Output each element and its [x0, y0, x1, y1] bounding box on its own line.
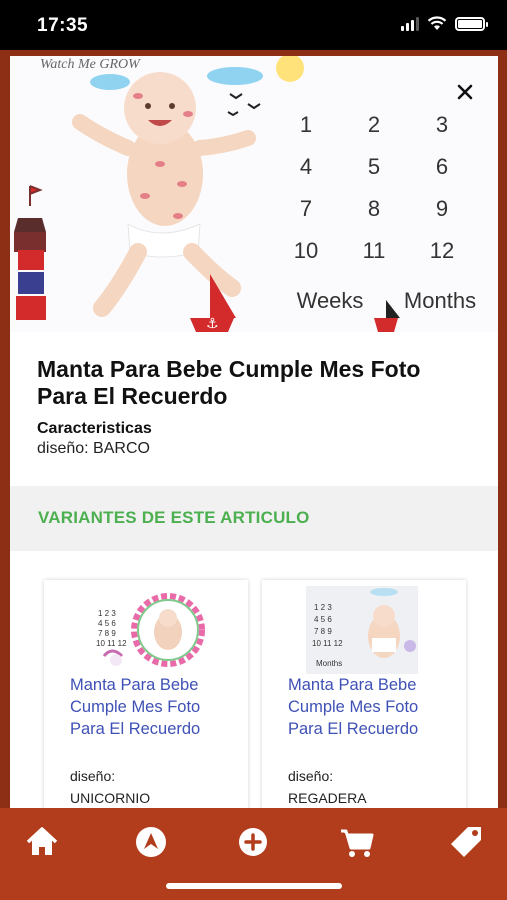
svg-text:10 11 12: 10 11 12 [312, 639, 343, 648]
blanket-number: 3 [436, 112, 448, 137]
svg-text:7 8 9: 7 8 9 [98, 629, 116, 638]
status-bar: 17:35 [0, 0, 507, 50]
variant-attr-value: UNICORNIO [70, 790, 151, 806]
baby-blanket-illustration: ⚓ Watch Me GROW 1 2 34 5 67 8 910 11 12 Weeks Mo… [10, 56, 498, 332]
tag-icon [451, 827, 481, 857]
variant-name[interactable]: Manta Para Bebe Cumple Mes Foto Para El … [288, 674, 448, 740]
svg-text:1 2 3: 1 2 3 [314, 603, 332, 612]
close-button[interactable] [448, 74, 482, 108]
blanket-number: 9 [436, 196, 448, 221]
product-info: Manta Para Bebe Cumple Mes Foto Para El … [10, 332, 498, 458]
nav-offers[interactable] [446, 822, 486, 862]
svg-text:4 5 6: 4 5 6 [314, 615, 332, 624]
variant-image: 1 2 3 4 5 6 7 8 9 10 11 12 Months [306, 586, 418, 674]
svg-text:Months: Months [316, 659, 342, 668]
add-icon [239, 828, 267, 856]
svg-text:10 11 12: 10 11 12 [96, 639, 127, 648]
blanket-number: 11 [363, 238, 386, 263]
brand-text: Watch Me GROW [40, 57, 141, 72]
nav-add[interactable] [233, 822, 273, 862]
variants-title: VARIANTES DE ESTE ARTICULO [38, 508, 310, 527]
product-modal-backdrop: ⚓ Watch Me GROW 1 2 3 4 5 6 7 8 9 10 11 12 Weeks Mo… [0, 50, 507, 808]
product-title: Manta Para Bebe Cumple Mes Foto Para El … [37, 356, 421, 409]
blanket-number: 12 [430, 238, 454, 263]
signal-icon [401, 16, 419, 31]
months-label: Months [404, 288, 476, 313]
variant-attr-label: diseño: [288, 768, 334, 784]
home-icon [26, 827, 58, 855]
nav-explore[interactable] [131, 822, 171, 862]
bottom-nav [0, 808, 507, 900]
blanket-number: 1 [300, 112, 312, 137]
blanket-number: 2 [368, 112, 380, 137]
features-value: diseño: BARCO [37, 440, 150, 457]
blanket-number: 7 [300, 196, 312, 221]
variant-card-unicornio[interactable]: 1 2 34 5 6 7 8 9 10 11 12 Manta Para Bebe… [44, 580, 248, 808]
svg-text:⚓: ⚓ [206, 316, 219, 332]
status-icons [401, 16, 488, 31]
variant-card-regadera[interactable]: 1 2 3 4 5 6 7 8 9 10 11 12 Months Manta Pa… [262, 580, 466, 808]
status-time: 17:35 [37, 15, 89, 36]
variant-attr-value: REGADERA [288, 790, 367, 806]
blanket-number: 10 [294, 238, 318, 263]
svg-text:7 8 9: 7 8 9 [314, 627, 332, 636]
variants-header: VARIANTES DE ESTE ARTICULO [10, 486, 498, 551]
home-indicator [166, 883, 342, 889]
nav-home[interactable] [22, 822, 62, 862]
wifi-icon [427, 16, 447, 30]
nav-cart[interactable] [337, 822, 377, 862]
variant-name[interactable]: Manta Para Bebe Cumple Mes Foto Para El … [70, 674, 230, 740]
blanket-number: 6 [436, 154, 448, 179]
svg-text:1 2 3: 1 2 3 [98, 609, 116, 618]
blanket-number: 5 [368, 154, 380, 179]
compass-icon [136, 827, 166, 857]
variant-attr-label: diseño: [70, 768, 116, 784]
svg-text:4 5 6: 4 5 6 [98, 619, 116, 628]
cart-icon [341, 829, 374, 857]
product-image[interactable]: ⚓ Watch Me GROW 1 2 3 4 5 6 7 8 9 10 11 12 Weeks Mo… [10, 56, 498, 332]
close-icon [457, 84, 473, 100]
product-modal: ⚓ Watch Me GROW 1 2 3 4 5 6 7 8 9 10 11 12 Weeks Mo… [10, 56, 498, 808]
battery-icon [455, 16, 488, 31]
features-heading: Caracteristicas [37, 420, 152, 437]
blanket-number: 8 [368, 196, 380, 221]
blanket-number: 4 [300, 154, 312, 179]
weeks-label: Weeks [297, 288, 364, 313]
variant-image: 1 2 34 5 6 7 8 910 11 12 [74, 586, 214, 674]
